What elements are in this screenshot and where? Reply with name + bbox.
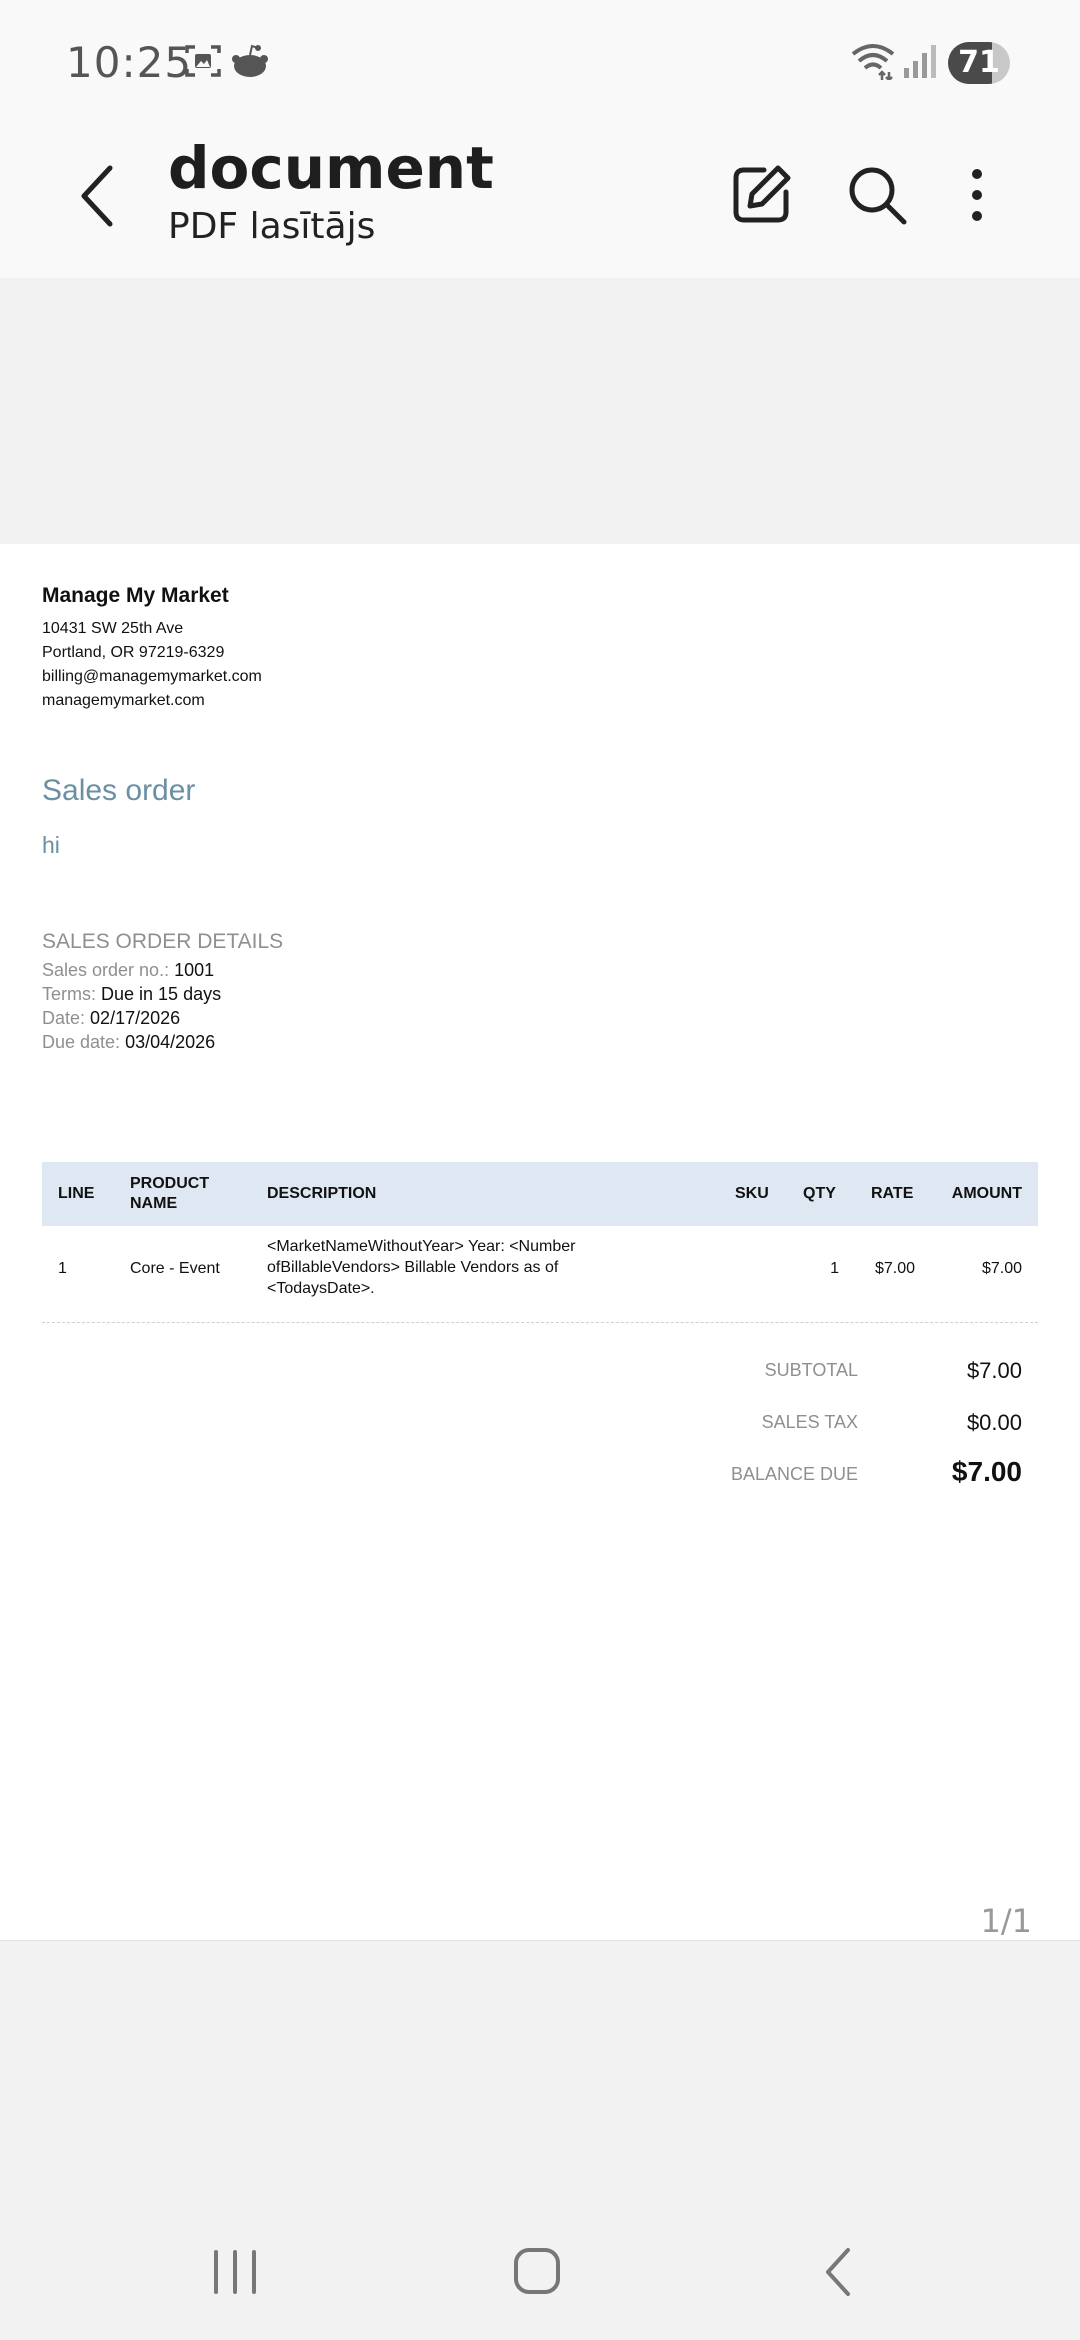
cell-description-line2: ofBillableVendors> Billable Vendors as o…: [267, 1259, 559, 1276]
signal-icon: [902, 42, 936, 85]
battery-level: 71: [958, 45, 1000, 80]
company-website: managemymarket.com: [42, 692, 205, 709]
edit-icon: [733, 165, 791, 223]
viewer-background: [0, 278, 1080, 544]
company-email: billing@managemymarket.com: [42, 668, 262, 685]
detail-value: 03/04/2026: [125, 1032, 216, 1052]
table-header: LINE PRODUCT NAME DESCRIPTION SKU QTY RA…: [42, 1162, 1038, 1226]
cell-product: Core - Event: [130, 1260, 220, 1277]
edit-button[interactable]: [726, 160, 796, 230]
detail-label: Terms:: [42, 984, 96, 1004]
status-bar: 10:25 71: [0, 0, 1080, 120]
home-icon: [514, 2248, 560, 2294]
document-type: Sales order: [42, 774, 196, 807]
nav-back-button[interactable]: [804, 2242, 874, 2302]
header-amount: AMOUNT: [951, 1185, 1022, 1202]
company-name: Manage My Market: [42, 584, 229, 607]
page-title: document: [168, 134, 494, 202]
detail-label: Date:: [42, 1008, 86, 1028]
cell-amount: $7.00: [981, 1260, 1022, 1277]
more-vert-icon: [972, 169, 982, 221]
header-rate: RATE: [871, 1185, 914, 1202]
back-icon: [826, 2248, 850, 2296]
header-description: DESCRIPTION: [267, 1185, 377, 1202]
header-line: LINE: [58, 1185, 95, 1202]
balance-due-label: BALANCE DUE: [730, 1464, 858, 1484]
search-button[interactable]: [842, 160, 912, 230]
cell-qty: 1: [830, 1260, 839, 1277]
detail-terms: Terms: Due in 15 days: [42, 984, 221, 1005]
row-divider: [42, 1322, 1038, 1323]
recent-apps-button[interactable]: [200, 2242, 270, 2302]
subtotal-label: SUBTOTAL: [764, 1360, 858, 1380]
cell-rate: $7.00: [874, 1260, 915, 1277]
cell-description-line1: <MarketNameWithoutYear> Year: <Number: [267, 1238, 576, 1255]
header-sku: SKU: [735, 1185, 769, 1202]
cell-line: 1: [58, 1260, 67, 1277]
battery-icon: 71: [948, 42, 1010, 84]
search-icon: [849, 167, 907, 225]
home-button[interactable]: [502, 2242, 572, 2302]
app-bar: document PDF lasītājs: [0, 120, 1080, 278]
more-options-button[interactable]: [942, 160, 1012, 230]
detail-value: 02/17/2026: [90, 1008, 181, 1028]
pdf-page: Manage My Market 10431 SW 25th Ave Portl…: [0, 544, 1080, 1940]
header-qty: QTY: [803, 1185, 836, 1202]
detail-due-date: Due date: 03/04/2026: [42, 1032, 215, 1053]
back-arrow-icon: [81, 165, 113, 227]
company-address-line2: Portland, OR 97219-6329: [42, 644, 225, 661]
detail-date: Date: 02/17/2026: [42, 1008, 180, 1029]
detail-label: Due date:: [42, 1032, 121, 1052]
reddit-icon: [230, 42, 270, 85]
detail-value: Due in 15 days: [101, 984, 222, 1004]
header-product-line2: NAME: [130, 1195, 178, 1212]
recent-apps-icon: [214, 2250, 256, 2294]
navigation-bar: [0, 2200, 1080, 2340]
detail-value: 1001: [174, 960, 215, 980]
detail-label: Sales order no.:: [42, 960, 170, 980]
balance-due-value: $7.00: [951, 1456, 1022, 1487]
subtotal-value: $7.00: [966, 1358, 1022, 1383]
sales-tax-label: SALES TAX: [761, 1412, 858, 1432]
wifi-icon: [850, 42, 896, 85]
back-button[interactable]: [70, 156, 130, 236]
page-counter: 1/1: [980, 1902, 1033, 1940]
document-memo: hi: [42, 832, 60, 858]
cell-description-line3: <TodaysDate>.: [267, 1280, 375, 1297]
sales-tax-value: $0.00: [966, 1410, 1022, 1435]
detail-order-no: Sales order no.: 1001: [42, 960, 214, 981]
screenshot-icon: [184, 42, 222, 85]
details-heading: SALES ORDER DETAILS: [42, 930, 284, 953]
viewer-background-bottom: [0, 1940, 1080, 2200]
header-product-line1: PRODUCT: [130, 1175, 210, 1192]
page-subtitle: PDF lasītājs: [168, 206, 376, 247]
company-address-line1: 10431 SW 25th Ave: [42, 620, 184, 637]
status-time: 10:25: [66, 38, 193, 87]
